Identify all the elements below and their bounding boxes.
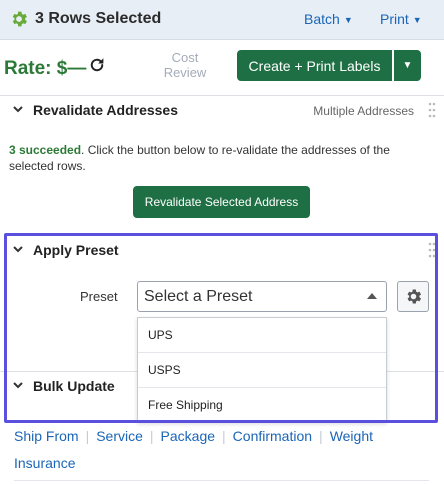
preset-option-usps[interactable]: USPS <box>138 353 386 388</box>
revalidate-message: 3 succeeded. Click the button below to r… <box>9 142 429 174</box>
bulk-update-links: Ship From | Service | Package | Confirmation | W… <box>14 423 434 477</box>
rate-value: Rate: $— <box>4 58 87 79</box>
link-separator: | <box>319 428 323 444</box>
caret-down-icon: ▼ <box>343 15 353 25</box>
chevron-down-icon <box>13 106 23 113</box>
confirmation-link[interactable]: Confirmation <box>233 423 312 450</box>
multiple-addresses-label: Multiple Addresses <box>313 104 414 118</box>
caret-down-icon: ▼ <box>402 60 413 71</box>
refresh-icon[interactable] <box>88 56 106 74</box>
revalidate-section-header[interactable]: Revalidate Addresses Multiple Addresses <box>0 95 444 123</box>
service-link[interactable]: Service <box>96 423 143 450</box>
cost-review-line: Cost <box>171 50 199 65</box>
succeeded-count: 3 succeeded <box>9 143 82 157</box>
preset-select-value: Select a Preset <box>144 288 253 305</box>
divider <box>14 480 429 481</box>
caret-up-icon <box>367 293 377 299</box>
preset-option-free-shipping[interactable]: Free Shipping <box>138 388 386 423</box>
gear-icon <box>407 289 422 304</box>
weight-link[interactable]: Weight <box>330 423 373 450</box>
preset-settings-button[interactable] <box>397 281 429 312</box>
cost-review-link[interactable]: Cost Review <box>157 50 213 80</box>
cost-review-line: Review <box>163 65 207 80</box>
preset-options-list: UPS USPS Free Shipping <box>137 317 387 422</box>
section-title: Revalidate Addresses <box>33 102 178 118</box>
gear-icon <box>12 11 27 27</box>
create-options-dropdown-button[interactable]: ▼ <box>394 50 421 81</box>
ship-from-link[interactable]: Ship From <box>14 423 79 450</box>
print-menu-label: Print <box>380 11 409 27</box>
batch-menu[interactable]: Batch ▼ <box>304 11 353 27</box>
print-menu[interactable]: Print ▼ <box>380 11 422 27</box>
link-separator: | <box>222 428 226 444</box>
selection-title: 3 Rows Selected <box>35 10 162 27</box>
apply-preset-section-header[interactable]: Apply Preset <box>0 236 444 264</box>
section-title: Bulk Update <box>33 378 115 394</box>
preset-option-ups[interactable]: UPS <box>138 318 386 353</box>
batch-menu-label: Batch <box>304 11 340 27</box>
caret-down-icon: ▼ <box>412 15 422 25</box>
preset-label: Preset <box>80 289 118 304</box>
chevron-down-icon <box>13 382 23 389</box>
create-print-labels-button[interactable]: Create + Print Labels <box>237 50 392 81</box>
section-title: Apply Preset <box>33 242 119 258</box>
revalidate-selected-address-button[interactable]: Revalidate Selected Address <box>133 186 310 218</box>
preset-select[interactable]: Select a Preset <box>137 281 387 312</box>
package-link[interactable]: Package <box>161 423 215 450</box>
drag-handle-icon[interactable] <box>428 242 436 258</box>
link-separator: | <box>149 428 154 444</box>
insurance-link[interactable]: Insurance <box>14 450 75 477</box>
link-separator: | <box>85 428 90 444</box>
drag-handle-icon[interactable] <box>428 102 436 118</box>
chevron-down-icon <box>13 246 23 253</box>
top-bar: 3 Rows Selected Batch ▼ Print ▼ <box>0 0 444 40</box>
